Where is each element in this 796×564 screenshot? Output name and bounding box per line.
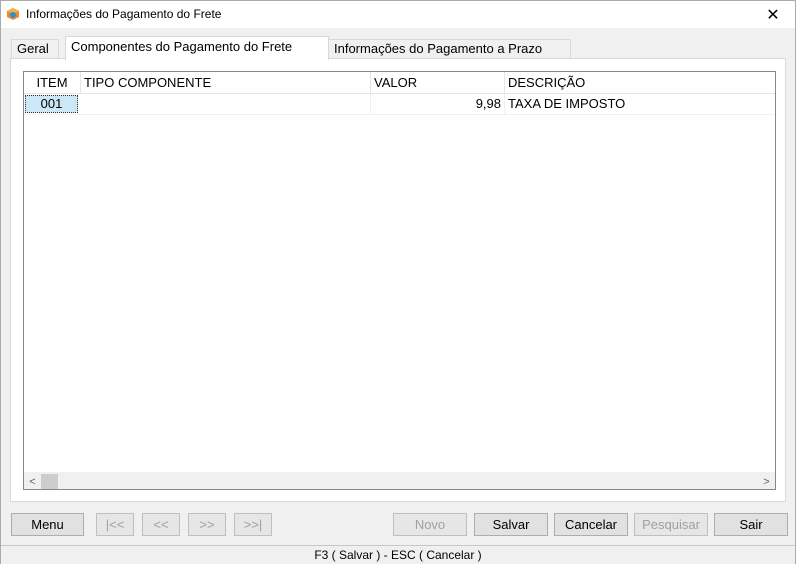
tab-componentes[interactable]: Componentes do Pagamento do Frete (65, 36, 329, 60)
tab-pagamento-prazo[interactable]: Informações do Pagamento a Prazo (328, 39, 571, 59)
pesquisar-button[interactable]: Pesquisar (634, 513, 708, 536)
dialog-window: Informações do Pagamento do Frete ✕ Gera… (0, 0, 796, 564)
cell-descricao[interactable]: TAXA DE IMPOSTO (505, 94, 775, 114)
title-bar: Informações do Pagamento do Frete ✕ (1, 1, 795, 28)
window-title: Informações do Pagamento do Frete (26, 7, 222, 21)
next-record-button[interactable]: >> (188, 513, 226, 536)
scroll-left-icon[interactable]: < (24, 473, 41, 489)
cell-valor[interactable]: 9,98 (371, 94, 505, 114)
scroll-thumb[interactable] (41, 474, 58, 489)
cancelar-button[interactable]: Cancelar (554, 513, 628, 536)
grid-header: ITEM TIPO COMPONENTE VALOR DESCRIÇÃO (24, 72, 775, 94)
scroll-right-icon[interactable]: > (758, 473, 775, 489)
column-header-descricao[interactable]: DESCRIÇÃO (505, 72, 775, 93)
tab-panel: ITEM TIPO COMPONENTE VALOR DESCRIÇÃO 001… (10, 58, 786, 502)
app-logo-icon (7, 8, 19, 20)
close-icon[interactable]: ✕ (751, 1, 795, 28)
menu-button[interactable]: Menu (11, 513, 84, 536)
cell-tipo-componente[interactable] (81, 94, 371, 114)
status-bar: F3 ( Salvar ) - ESC ( Cancelar ) (1, 545, 795, 564)
first-record-button[interactable]: |<< (96, 513, 134, 536)
sair-button[interactable]: Sair (714, 513, 788, 536)
column-header-valor[interactable]: VALOR (371, 72, 505, 93)
novo-button[interactable]: Novo (393, 513, 467, 536)
cell-item[interactable]: 001 (25, 95, 78, 113)
previous-record-button[interactable]: << (142, 513, 180, 536)
last-record-button[interactable]: >>| (234, 513, 272, 536)
components-grid[interactable]: ITEM TIPO COMPONENTE VALOR DESCRIÇÃO 001… (23, 71, 776, 490)
salvar-button[interactable]: Salvar (474, 513, 548, 536)
column-header-item[interactable]: ITEM (24, 72, 81, 93)
table-row[interactable]: 001 9,98 TAXA DE IMPOSTO (24, 94, 775, 115)
tab-geral[interactable]: Geral (11, 39, 59, 59)
column-header-tipo-componente[interactable]: TIPO COMPONENTE (81, 72, 371, 93)
horizontal-scrollbar[interactable]: < > (24, 472, 775, 489)
